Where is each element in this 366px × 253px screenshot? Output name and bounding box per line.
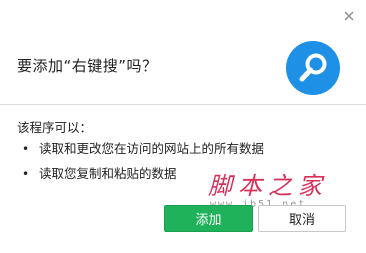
list-item: • 读取和更改您在访问的网站上的所有数据 [22, 141, 264, 166]
divider [0, 104, 366, 105]
permission-text: 读取和更改您在访问的网站上的所有数据 [39, 141, 265, 156]
dialog-title: 要添加“右键搜”吗？ [17, 57, 158, 75]
permissions-heading: 该程序可以： [17, 120, 93, 135]
add-extension-dialog: 要添加“右键搜”吗？ 该程序可以： • 读取和更改您在访问的网站上的所有数据 •… [0, 0, 366, 253]
bullet: • [22, 142, 30, 156]
watermark-text: 脚本之家 [208, 172, 328, 200]
bullet: • [22, 167, 30, 181]
close-icon[interactable] [342, 8, 356, 22]
permission-text: 读取您复制和粘贴的数据 [39, 166, 177, 181]
add-button[interactable]: 添加 [164, 205, 253, 232]
search-magnifier-icon [286, 41, 340, 95]
cancel-button[interactable]: 取消 [258, 205, 346, 232]
